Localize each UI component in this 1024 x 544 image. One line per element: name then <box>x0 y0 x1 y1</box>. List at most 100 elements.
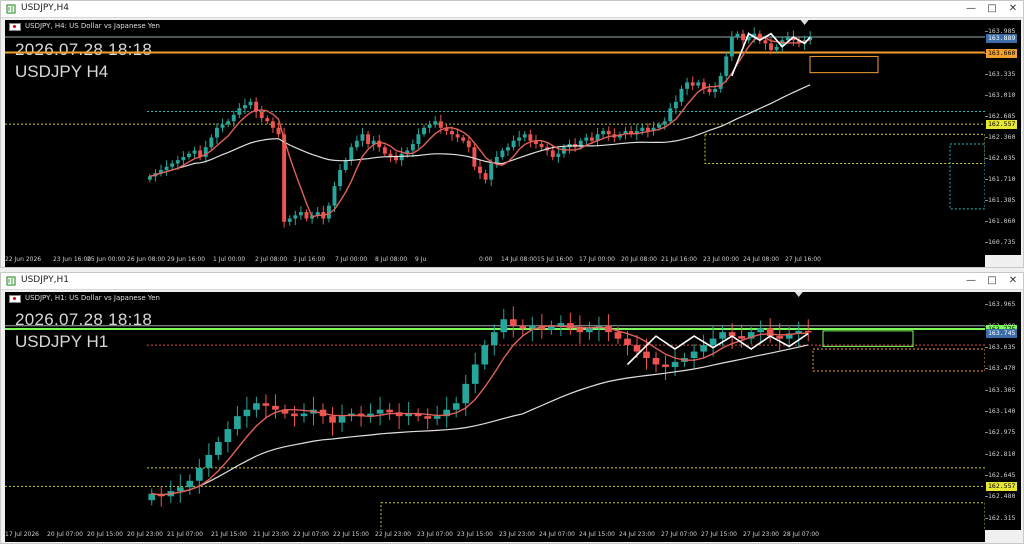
price-tick-label: 162.975 <box>988 428 1016 437</box>
time-label: 8 Jul 08:00 <box>375 256 408 263</box>
candle-body <box>506 147 510 151</box>
price-chart-area[interactable]: USDJPY, H4: US Dollar vs Japanese Yen 20… <box>5 20 985 255</box>
price-scale[interactable]: 163.985163.660163.335163.010162.685162.3… <box>985 20 1021 255</box>
candle-body <box>584 137 589 141</box>
time-label: 21 Jul 15:00 <box>211 531 247 538</box>
candle-body <box>519 325 527 329</box>
candle-body <box>550 150 555 157</box>
time-axis[interactable]: 17 Jul 2026 20 Jul 07:00 20 Jul 15:00 20 Ju… <box>5 530 985 542</box>
time-label: 14 Jul 08:00 <box>501 256 537 263</box>
candle-body <box>349 147 354 161</box>
candle-body <box>776 336 784 339</box>
chart-window-h1[interactable]: USDJPY,H1 — □ ✕ USDJPY, H1: US Dollar vs… <box>0 272 1024 544</box>
candle-body <box>774 46 779 50</box>
candle-body <box>215 442 222 455</box>
time-label: 27 Jul 15:00 <box>701 531 737 538</box>
candle-body <box>517 137 522 141</box>
minimize-button[interactable]: — <box>963 274 979 288</box>
time-label: 1 Jul 00:00 <box>213 256 246 263</box>
candle-body <box>576 328 584 333</box>
candle-body <box>483 173 488 180</box>
candle-body <box>724 56 729 76</box>
candle-body <box>729 36 734 57</box>
time-label: 23 Jul 07:00 <box>417 531 453 538</box>
minimize-button[interactable]: — <box>963 2 979 16</box>
price-tick-label: 162.315 <box>988 513 1016 522</box>
time-label: 27 Jul 23:00 <box>743 531 779 538</box>
candle-body <box>489 163 494 180</box>
candle-body <box>522 134 527 138</box>
candle-body <box>769 43 773 50</box>
candle-body <box>338 169 343 187</box>
candle-body <box>707 88 712 93</box>
candle-body <box>343 160 348 170</box>
candle-body <box>253 403 260 410</box>
candle-body <box>709 338 717 346</box>
ma-fast-line <box>149 36 811 218</box>
candle-body <box>220 124 225 128</box>
time-label: 20 Jul 08:00 <box>621 256 657 263</box>
candle-body <box>556 153 561 157</box>
maximize-button[interactable]: □ <box>984 2 1000 16</box>
candlestick-chart <box>5 20 985 228</box>
candle-body <box>265 118 270 122</box>
candle-body <box>614 332 622 339</box>
candle-body <box>187 153 191 157</box>
candle-body <box>354 140 359 148</box>
price-tick-label: 160.735 <box>988 238 1016 247</box>
chart-window-icon <box>6 276 16 286</box>
close-button[interactable]: ✕ <box>1005 274 1021 288</box>
price-tick-label: 161.385 <box>988 196 1016 205</box>
candle-body <box>713 88 718 93</box>
candle-body <box>399 153 404 161</box>
candle-body <box>668 108 673 122</box>
candle-body <box>624 338 631 346</box>
candle-body <box>438 121 443 128</box>
candle-body <box>679 88 684 102</box>
close-button[interactable]: ✕ <box>1005 2 1021 16</box>
window-titlebar[interactable]: USDJPY,H4 — □ ✕ <box>1 1 1023 18</box>
candle-body <box>461 137 466 141</box>
candle-body <box>719 332 726 339</box>
candle-body <box>673 101 678 109</box>
candle-body <box>234 416 241 430</box>
maximize-button[interactable]: □ <box>984 274 1000 288</box>
candle-body <box>176 487 184 492</box>
candle-body <box>657 124 662 128</box>
time-label: 24 Jul 08:00 <box>743 256 779 263</box>
candle-body <box>452 403 460 410</box>
price-tick-label: 162.035 <box>988 153 1016 162</box>
candle-body <box>433 121 438 125</box>
window-title: USDJPY,H1 <box>21 275 69 285</box>
candle-body <box>511 140 516 148</box>
candle-body <box>643 351 650 359</box>
candle-body <box>262 403 270 406</box>
candle-body <box>700 345 707 352</box>
time-label: 24 Jul 07:00 <box>539 531 575 538</box>
candle-body <box>242 105 247 109</box>
candle-body <box>478 166 482 174</box>
candle-body <box>237 108 242 115</box>
price-scale[interactable]: 163.965163.800163.635163.470163.305163.1… <box>985 292 1021 530</box>
candle-body <box>433 416 441 419</box>
orange-zone-box <box>812 348 985 372</box>
price-chart-area[interactable]: USDJPY, H1: US Dollar vs Japanese Yen 20… <box>5 292 985 530</box>
candle-body <box>557 323 565 326</box>
time-label: 22 Jun 2026 <box>5 256 42 263</box>
window-titlebar[interactable]: USDJPY,H1 — □ ✕ <box>1 273 1023 290</box>
price-tick-label: 162.810 <box>988 449 1016 458</box>
time-axis[interactable]: 22 Jun 2026 23 Jun 16:00 25 Jun 00:00 26 Ju… <box>5 255 985 267</box>
candle-body <box>270 121 275 128</box>
time-label: 25 Jun 00:00 <box>87 256 126 263</box>
last-bar-arrow-icon <box>794 292 803 297</box>
candle-body <box>332 186 337 206</box>
chart-window-h4[interactable]: USDJPY,H4 — □ ✕ USDJPY, H4: US Dollar vs… <box>0 0 1024 268</box>
candle-body <box>481 345 489 365</box>
candle-body <box>685 82 690 89</box>
candle-body <box>472 147 477 167</box>
candle-body <box>259 111 264 119</box>
candle-body <box>633 345 641 352</box>
candlestick-chart <box>5 292 985 530</box>
time-label: 22 Jul 15:00 <box>333 531 369 538</box>
candle-body <box>209 137 214 148</box>
